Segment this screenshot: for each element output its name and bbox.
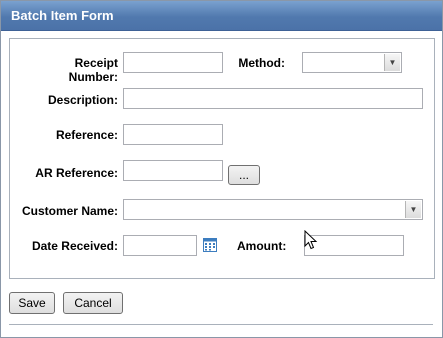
customer-name-label: Customer Name: — [21, 204, 118, 218]
chevron-down-icon[interactable]: ▼ — [384, 54, 400, 71]
ar-reference-browse-button[interactable]: ... — [228, 165, 260, 185]
reference-input[interactable] — [123, 124, 223, 145]
mouse-pointer-icon — [304, 230, 318, 250]
save-button[interactable]: Save — [9, 292, 55, 314]
title-bar: Batch Item Form — [1, 1, 442, 31]
ar-reference-label: AR Reference: — [35, 166, 118, 180]
reference-label: Reference: — [55, 128, 118, 142]
date-received-label: Date Received: — [31, 239, 118, 253]
cancel-button[interactable]: Cancel — [63, 292, 123, 314]
receipt-number-input[interactable] — [123, 52, 223, 73]
chevron-down-icon[interactable]: ▼ — [405, 201, 421, 218]
description-input[interactable] — [123, 88, 423, 109]
ar-reference-input[interactable] — [123, 160, 223, 181]
customer-name-select[interactable]: ▼ — [123, 199, 423, 220]
footer-divider — [9, 324, 433, 325]
receipt-number-label: Receipt Number: — [68, 56, 118, 84]
window-title: Batch Item Form — [11, 8, 114, 23]
method-select[interactable]: ▼ — [302, 52, 402, 73]
amount-input[interactable] — [304, 235, 404, 256]
batch-item-form-window: Batch Item Form Receipt Number: Method: … — [0, 0, 443, 338]
date-received-input[interactable] — [123, 235, 197, 256]
calendar-icon[interactable] — [203, 238, 217, 252]
description-label: Description: — [47, 93, 118, 107]
amount-label: Amount: — [237, 239, 287, 253]
method-label: Method: — [238, 56, 285, 70]
